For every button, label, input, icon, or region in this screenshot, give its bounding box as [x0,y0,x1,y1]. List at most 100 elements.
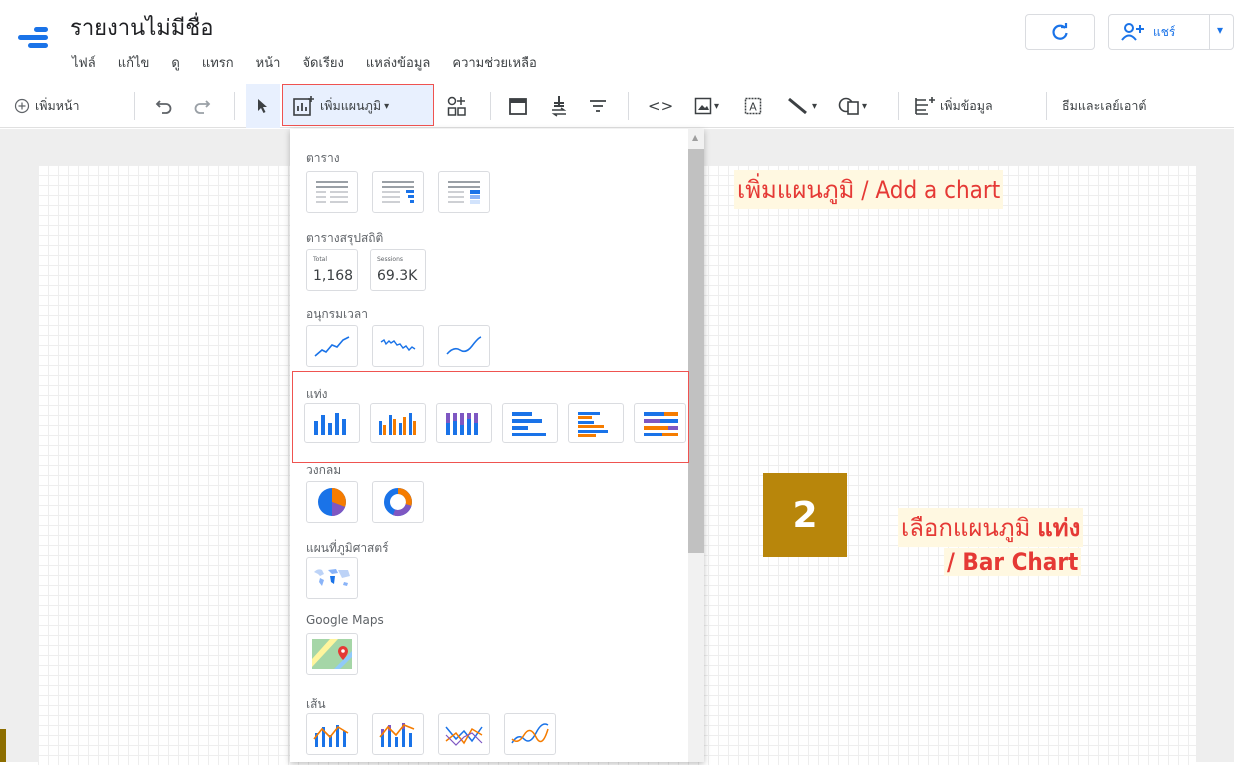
chart-option-stacked-column[interactable] [436,403,492,443]
add-chart-button[interactable]: เพิ่มแผนภูมิ ▾ [292,84,389,128]
embed-url-button[interactable]: <> [648,84,673,128]
line-chart-icon [445,726,483,746]
step-2-annotation-line2: / Bar Chart [944,548,1082,576]
scorecard-label: Sessions [377,256,404,263]
menu-resource[interactable]: แหล่งข้อมูล [366,52,431,73]
stacked-bar-icon [644,412,678,436]
chart-option-google-maps[interactable] [306,633,358,675]
chart-option-stacked-bar[interactable] [634,403,686,443]
chart-option-combo[interactable] [306,713,358,755]
chart-option-scorecard[interactable]: Total 1,168 [306,249,358,291]
calendar-icon [509,98,527,115]
stacked-combo-icon [379,723,415,747]
smoothed-line-chart-icon [511,723,549,744]
scorecard-value: 1,168 [313,268,354,284]
add-page-button[interactable]: เพิ่มหน้า [14,84,80,128]
chart-option-column[interactable] [304,403,360,443]
chart-option-geo-map[interactable] [306,557,358,599]
add-circle-icon [14,98,30,114]
scroll-up-arrow-icon[interactable]: ▲ [692,133,698,142]
chart-option-stacked-combo[interactable] [372,713,424,755]
chart-option-bar[interactable] [502,403,558,443]
menu-insert[interactable]: แทรก [202,52,234,73]
chart-option-donut[interactable] [372,481,424,523]
section-label-google-maps: Google Maps [306,613,384,627]
chart-option-pie[interactable] [306,481,358,523]
menu-file[interactable]: ไฟล์ [72,52,96,73]
text-box-icon: A [744,97,762,115]
date-range-button[interactable] [508,84,528,128]
world-map-icon [314,569,350,586]
section-label-scorecard: ตารางสรุปสถิติ [306,231,384,245]
table-icon [316,181,348,203]
chart-option-sparkline[interactable] [372,325,424,367]
share-label: แชร์ [1153,24,1176,39]
chart-option-table[interactable] [306,171,358,213]
filter-icon [590,100,606,112]
add-data-button[interactable]: เพิ่มข้อมูล [914,84,993,128]
data-control-button[interactable] [550,84,570,128]
chart-option-table-heatmap[interactable] [438,171,490,213]
table-heatmap-icon [448,181,480,204]
add-page-label: เพิ่มหน้า [35,98,80,113]
theme-layout-button[interactable]: ธีมและเลย์เอาต์ [1062,84,1146,128]
chevron-down-icon: ▾ [812,100,818,112]
grouped-column-icon [379,413,416,435]
app-header: รายงานไม่มีชื่อ ไฟล์ แก้ไข ดู แทรก หน้า … [0,0,1234,78]
add-chart-icon [293,96,314,116]
chart-option-grouped-bar[interactable] [568,403,624,443]
sparkline-icon [380,338,416,352]
refresh-button[interactable] [1025,14,1095,50]
svg-text:A: A [749,101,757,114]
select-button[interactable] [246,84,280,128]
chart-option-timeseries[interactable] [306,325,358,367]
toolbar-divider [628,92,629,120]
code-brackets-icon: <> [648,97,674,115]
section-label-bar: แท่ง [306,387,328,401]
step-1-annotation: เพิ่มแผนภูมิ / Add a chart [734,170,1004,209]
image-icon [694,97,712,115]
google-maps-icon [312,639,352,669]
filter-control-button[interactable] [588,84,608,128]
add-person-icon [1121,23,1144,41]
step-2-text-a: เลือกแผนภูมิ [901,514,1038,542]
toolbar-divider [1046,92,1047,120]
donut-chart-icon [384,488,412,516]
share-button[interactable]: แชร์ ▾ [1108,14,1234,50]
line-button[interactable]: ▾ [786,84,817,128]
toolbar: เพิ่มหน้า เพิ่มแผนภูมิ ▾ <> ▾ A ▾ ▾ เพิ่… [0,84,1234,128]
redo-button[interactable] [192,84,212,128]
image-button[interactable]: ▾ [694,84,719,128]
column-chart-icon [314,413,346,435]
section-label-geo: แผนที่ภูมิศาสตร์ [306,541,389,555]
chevron-down-icon: ▾ [384,100,390,112]
section-label-table: ตาราง [306,151,340,165]
menu-help[interactable]: ความช่วยเหลือ [452,52,536,73]
undo-icon [155,100,172,114]
chart-option-smoothed-timeseries[interactable] [438,325,490,367]
chart-option-table-bars[interactable] [372,171,424,213]
scrollbar-thumb[interactable] [688,149,704,553]
scorecard-label: Total [313,256,328,263]
menu-view[interactable]: ดู [171,52,179,73]
undo-button[interactable] [154,84,174,128]
chart-option-smoothed-line[interactable] [504,713,556,755]
chevron-down-icon: ▾ [862,100,868,112]
line-icon [788,97,807,115]
chart-option-line[interactable] [438,713,490,755]
chevron-down-icon[interactable]: ▾ [1217,23,1223,37]
section-label-line: เส้น [306,697,326,711]
toolbar-divider [490,92,491,120]
menu-page[interactable]: หน้า [256,52,281,73]
shape-button[interactable]: ▾ [838,84,867,128]
chart-option-scorecard-compact[interactable]: Sessions 69.3K [370,249,426,291]
combo-chart-icon [313,725,349,747]
data-control-icon [551,96,567,117]
menu-edit[interactable]: แก้ไข [118,52,150,73]
report-title[interactable]: รายงานไม่มีชื่อ [70,10,213,45]
menu-arrange[interactable]: จัดเรียง [302,52,343,73]
community-viz-button[interactable] [446,84,468,128]
chart-option-grouped-column[interactable] [370,403,426,443]
step-2-badge: 2 [763,473,847,557]
text-button[interactable]: A [744,84,762,128]
